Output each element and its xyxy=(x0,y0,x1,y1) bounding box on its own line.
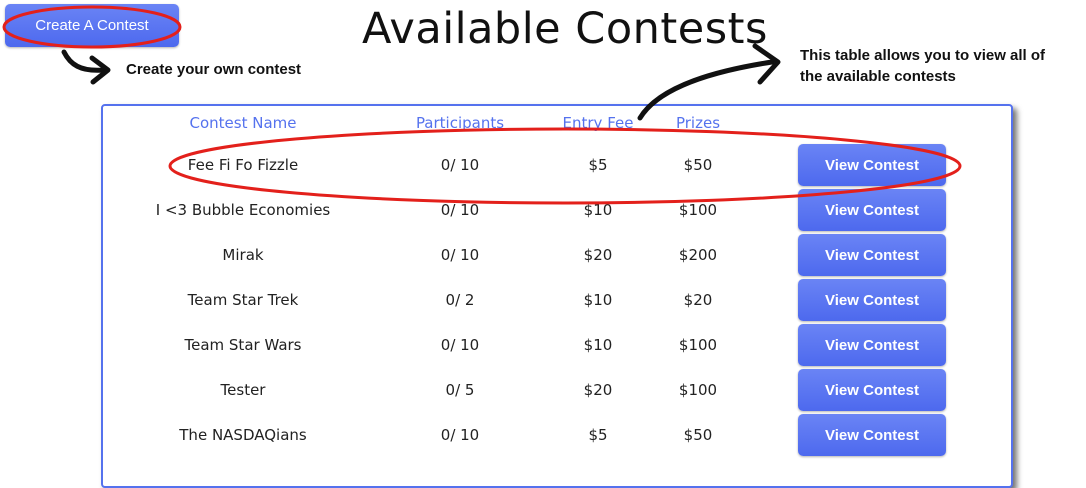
contest-name-cell: Team Star Trek xyxy=(187,291,299,309)
view-contest-button[interactable]: View Contest xyxy=(798,324,946,366)
participants-cell: 0/ 10 xyxy=(440,246,480,264)
table-note-line-1: This table allows you to view all of xyxy=(800,47,1046,64)
entry-fee-cell: $10 xyxy=(583,201,613,219)
entry-fee-cell: $5 xyxy=(588,156,608,174)
participants-cell: 0/ 10 xyxy=(440,201,480,219)
create-note-arrow xyxy=(61,49,107,73)
entry-fee-cell: $10 xyxy=(583,336,613,354)
entry-fee-cell: $20 xyxy=(583,381,613,399)
table-row: Team Star Wars 0/ 10 $10 $100 View Contest xyxy=(0,323,1086,368)
table-row: I <3 Bubble Economies 0/ 10 $10 $100 View Co… xyxy=(0,188,1086,233)
prizes-cell: $100 xyxy=(678,381,718,399)
create-contest-button[interactable]: Create A Contest xyxy=(5,4,179,47)
contest-name-cell: Tester xyxy=(220,381,266,399)
view-contest-button[interactable]: View Contest xyxy=(798,144,946,186)
table-row: Fee Fi Fo Fizzle 0/ 10 $5 $50 View Contest xyxy=(0,143,1086,188)
page-title: Available Contests xyxy=(362,4,768,54)
table-row: The NASDAQians 0/ 10 $5 $50 View Contest xyxy=(0,413,1086,458)
create-contest-note: Create your own contest xyxy=(126,61,302,78)
entry-fee-cell: $20 xyxy=(583,246,613,264)
header-participants: Participants xyxy=(415,114,505,132)
view-contest-button[interactable]: View Contest xyxy=(798,189,946,231)
table-row: Team Star Trek 0/ 2 $10 $20 View Contest xyxy=(0,278,1086,323)
create-note-arrow-head xyxy=(89,55,111,85)
view-contest-button[interactable]: View Contest xyxy=(798,414,946,456)
participants-cell: 0/ 10 xyxy=(440,426,480,444)
table-row: Tester 0/ 5 $20 $100 View Contest xyxy=(0,368,1086,413)
contest-name-cell: Mirak xyxy=(222,246,264,264)
prizes-cell: $100 xyxy=(678,336,718,354)
view-contest-button[interactable]: View Contest xyxy=(798,279,946,321)
prizes-cell: $50 xyxy=(683,156,713,174)
entry-fee-cell: $5 xyxy=(588,426,608,444)
table-row: Mirak 0/ 10 $20 $200 View Contest xyxy=(0,233,1086,278)
participants-cell: 0/ 5 xyxy=(445,381,475,399)
contest-name-cell: Fee Fi Fo Fizzle xyxy=(187,156,299,174)
participants-cell: 0/ 10 xyxy=(440,156,480,174)
contest-name-cell: I <3 Bubble Economies xyxy=(155,201,331,219)
header-prizes: Prizes xyxy=(675,114,721,132)
prizes-cell: $20 xyxy=(683,291,713,309)
table-note-line-2: the available contests xyxy=(800,68,956,85)
entry-fee-cell: $10 xyxy=(583,291,613,309)
view-contest-button[interactable]: View Contest xyxy=(798,234,946,276)
prizes-cell: $50 xyxy=(683,426,713,444)
participants-cell: 0/ 2 xyxy=(445,291,475,309)
header-contest-name: Contest Name xyxy=(189,114,297,132)
contest-name-cell: The NASDAQians xyxy=(179,426,307,444)
prizes-cell: $200 xyxy=(678,246,718,264)
participants-cell: 0/ 10 xyxy=(440,336,480,354)
view-contest-button[interactable]: View Contest xyxy=(798,369,946,411)
header-entry-fee: Entry Fee xyxy=(562,114,634,132)
prizes-cell: $100 xyxy=(678,201,718,219)
contest-name-cell: Team Star Wars xyxy=(184,336,302,354)
table-note: This table allows you to view all of the… xyxy=(800,45,1060,87)
